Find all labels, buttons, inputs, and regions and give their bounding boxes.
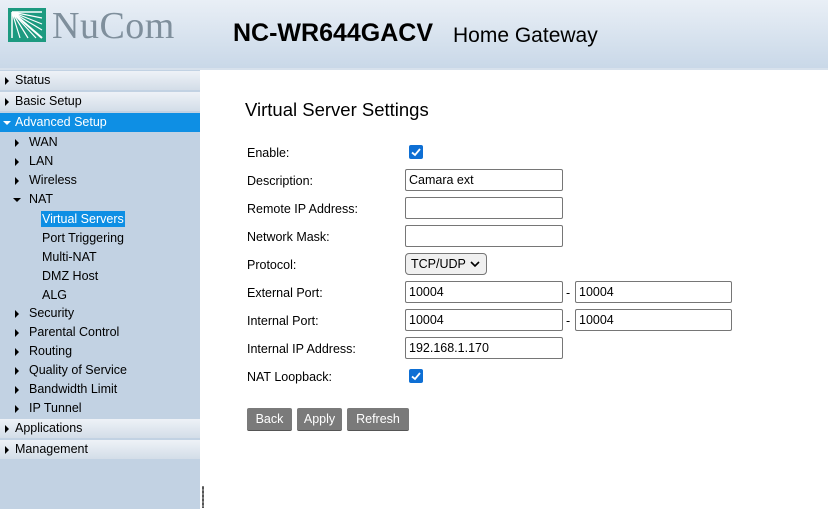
sidebar-item-status[interactable]: Status (0, 71, 200, 90)
sidebar-item-basic-setup[interactable]: Basic Setup (0, 92, 200, 111)
sidebar-item-label: Status (15, 73, 51, 87)
sidebar-item-alg[interactable]: ALG (41, 287, 68, 303)
sidebar-item-label: Bandwidth Limit (29, 382, 118, 396)
grip-dots-icon (202, 486, 204, 508)
internal-ip-field[interactable] (405, 337, 563, 359)
enable-label: Enable: (247, 146, 290, 160)
sidebar-item-multi-nat[interactable]: Multi-NAT (41, 249, 98, 265)
internal-port-start-field[interactable] (405, 309, 563, 331)
sidebar-item-ip-tunnel[interactable]: IP Tunnel (0, 399, 200, 418)
device-subtitle: Home Gateway (453, 24, 598, 47)
description-label: Description: (247, 174, 313, 188)
sidebar-item-advanced-setup[interactable]: Advanced Setup (0, 113, 200, 132)
sidebar-item-virtual-servers[interactable]: Virtual Servers (41, 211, 125, 227)
caret-right-icon (15, 405, 19, 413)
caret-right-icon (15, 139, 19, 147)
protocol-label: Protocol: (247, 258, 297, 272)
sidebar-item-label: LAN (29, 154, 54, 168)
sidebar-item-label: Basic Setup (15, 94, 82, 108)
apply-button[interactable]: Apply (297, 408, 342, 431)
external-port-end-field[interactable] (575, 281, 732, 303)
caret-right-icon (5, 446, 9, 454)
caret-down-icon (13, 198, 21, 202)
range-separator: - (566, 314, 571, 328)
checkmark-icon (411, 372, 421, 381)
external-port-start-field[interactable] (405, 281, 563, 303)
sidebar-item-routing[interactable]: Routing (0, 342, 200, 361)
caret-right-icon (15, 177, 19, 185)
sidebar-item-label: Applications (15, 421, 83, 435)
caret-right-icon (15, 386, 19, 394)
sidebar-item-label: IP Tunnel (29, 401, 82, 415)
device-model: NC-WR644GACV (233, 19, 434, 47)
protocol-selected-value: TCP/UDP (411, 257, 466, 271)
sidebar-item-parental-control[interactable]: Parental Control (0, 323, 200, 342)
sidebar-item-dmz-host[interactable]: DMZ Host (41, 268, 99, 284)
description-field[interactable] (405, 169, 563, 191)
sidebar-item-label: Management (15, 442, 88, 456)
caret-right-icon (15, 348, 19, 356)
refresh-button[interactable]: Refresh (347, 408, 409, 431)
internal-port-end-field[interactable] (575, 309, 732, 331)
sidebar-item-nat[interactable]: NAT (0, 190, 200, 209)
sidebar-item-label: Routing (29, 344, 73, 358)
nat-loopback-label: NAT Loopback: (247, 370, 333, 384)
network-mask-label: Network Mask: (247, 230, 330, 244)
caret-right-icon (15, 158, 19, 166)
nucom-logo-icon (8, 8, 46, 42)
external-port-label: External Port: (247, 286, 323, 300)
sidebar-item-label: Advanced Setup (15, 115, 107, 129)
checkmark-icon (411, 148, 421, 157)
internal-ip-label: Internal IP Address: (247, 342, 356, 356)
sidebar-item-wan[interactable]: WAN (0, 133, 200, 152)
brand-name: NuCom (52, 5, 175, 47)
enable-checkbox[interactable] (409, 145, 423, 159)
sidebar-item-lan[interactable]: LAN (0, 152, 200, 171)
caret-right-icon (5, 98, 9, 106)
sidebar-item-label: Quality of Service (29, 363, 127, 377)
caret-down-icon (3, 121, 11, 125)
sidebar-item-label: WAN (29, 135, 58, 149)
page-title: Virtual Server Settings (245, 99, 429, 120)
page-header: NuCom NC-WR644GACV Home Gateway (0, 0, 828, 70)
sidebar-item-label: NAT (29, 192, 54, 206)
sidebar-item-wireless[interactable]: Wireless (0, 171, 200, 190)
caret-right-icon (15, 367, 19, 375)
sidebar-item-security[interactable]: Security (0, 304, 200, 323)
range-separator: - (566, 286, 571, 300)
protocol-select[interactable]: TCP/UDP (405, 253, 487, 275)
sidebar-item-quality-of-service[interactable]: Quality of Service (0, 361, 200, 380)
back-button[interactable]: Back (247, 408, 292, 431)
sidebar-item-label: Security (29, 306, 75, 320)
network-mask-field[interactable] (405, 225, 563, 247)
chevron-down-icon (470, 261, 480, 268)
sidebar-item-label: Parental Control (29, 325, 120, 339)
caret-right-icon (15, 310, 19, 318)
caret-right-icon (5, 77, 9, 85)
sidebar-resize-handle[interactable] (200, 70, 208, 509)
remote-ip-label: Remote IP Address: (247, 202, 358, 216)
sidebar-item-label: Wireless (29, 173, 77, 187)
remote-ip-field[interactable] (405, 197, 563, 219)
caret-right-icon (5, 425, 9, 433)
caret-right-icon (15, 329, 19, 337)
sidebar-item-applications[interactable]: Applications (0, 419, 200, 438)
sidebar-item-bandwidth-limit[interactable]: Bandwidth Limit (0, 380, 200, 399)
sidebar-item-management[interactable]: Management (0, 440, 200, 459)
sidebar-item-port-triggering[interactable]: Port Triggering (41, 230, 125, 246)
internal-port-label: Internal Port: (247, 314, 319, 328)
nat-loopback-checkbox[interactable] (409, 369, 423, 383)
